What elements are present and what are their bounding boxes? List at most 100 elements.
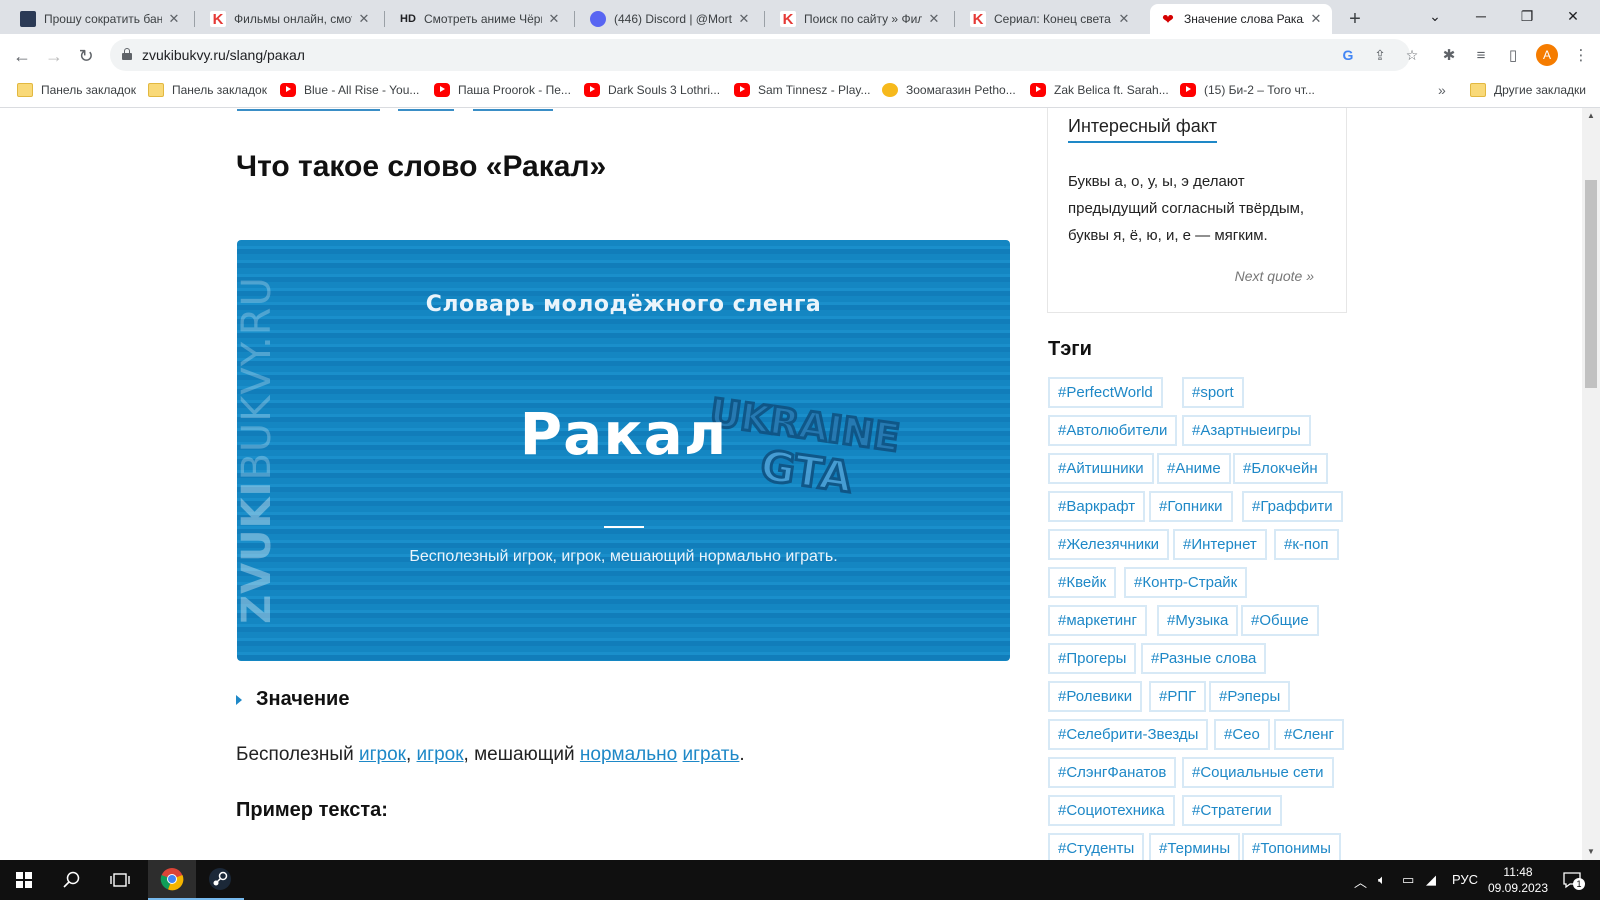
tag-link[interactable]: #Квейк xyxy=(1048,567,1117,598)
tag-link[interactable]: #Сео xyxy=(1214,719,1270,750)
word-link[interactable]: игрок xyxy=(417,744,464,765)
notification-center-icon[interactable]: 1 xyxy=(1562,870,1585,890)
tag-link[interactable]: #Гопники xyxy=(1149,491,1233,522)
close-tab-icon[interactable]: ✕ xyxy=(926,11,942,27)
tag-link[interactable]: #Студенты xyxy=(1048,833,1145,860)
tag-link[interactable]: #Сленг xyxy=(1274,719,1345,750)
tab-search-icon[interactable]: ⌄ xyxy=(1412,0,1458,34)
search-icon[interactable] xyxy=(48,860,96,900)
word-link[interactable]: нормально xyxy=(580,744,677,765)
back-icon[interactable]: ← xyxy=(8,42,36,70)
browser-tab[interactable]: (446) Discord | @Morto ✕ xyxy=(580,4,760,34)
tag-link[interactable]: #Рэперы xyxy=(1209,681,1291,712)
bookmark-item[interactable]: Зоомагазин Petho... xyxy=(882,83,1016,97)
bookmark-star-icon[interactable]: ☆ xyxy=(1402,45,1422,65)
close-window-button[interactable]: ✕ xyxy=(1550,0,1596,34)
browser-tab[interactable]: K Поиск по сайту » Филь ✕ xyxy=(770,4,950,34)
tray-overflow-chevron-icon[interactable]: ︿ xyxy=(1354,872,1367,891)
tag-link[interactable]: #Разные слова xyxy=(1141,643,1267,674)
close-tab-icon[interactable]: ✕ xyxy=(1308,11,1324,27)
close-tab-icon[interactable]: ✕ xyxy=(166,11,182,27)
word-link[interactable]: играть xyxy=(683,744,740,765)
next-quote-link[interactable]: Next quote » xyxy=(1235,268,1314,284)
tag-link[interactable]: #Варкрафт xyxy=(1048,491,1146,522)
tag-link[interactable]: #Социотехника xyxy=(1048,795,1175,826)
close-tab-icon[interactable]: ✕ xyxy=(546,11,562,27)
bookmark-item[interactable]: Паша Proorok - Пе... xyxy=(434,83,571,97)
tag-link[interactable]: #Контр-Страйк xyxy=(1124,567,1248,598)
media-control-icon[interactable]: ≡ xyxy=(1470,45,1492,67)
tag-link[interactable]: #Ролевики xyxy=(1048,681,1143,712)
bookmark-item[interactable]: Панель закладок xyxy=(148,83,267,97)
tag-link[interactable]: #Автолюбители xyxy=(1048,415,1178,446)
browser-tab[interactable]: ❤ Значение слова Ракал ✕ xyxy=(1150,4,1332,34)
address-bar[interactable]: zvukibukvy.ru/slang/ракал G ⇪ ☆ xyxy=(110,39,1418,71)
tag-link[interactable]: #sport xyxy=(1182,377,1244,408)
menu-kebab-icon[interactable]: ⋮ xyxy=(1570,45,1592,67)
scrollbar-thumb[interactable] xyxy=(1585,180,1597,388)
windows-start-icon[interactable] xyxy=(0,860,48,900)
bookmarks-overflow-button[interactable]: » xyxy=(1438,82,1446,98)
tag-link[interactable]: #к-поп xyxy=(1274,529,1339,560)
page-scrollbar[interactable]: ▲ ▼ xyxy=(1582,108,1600,860)
tag-link[interactable]: #Блокчейн xyxy=(1233,453,1328,484)
tag-link[interactable]: #маркетинг xyxy=(1048,605,1147,636)
extensions-icon[interactable]: ✱ xyxy=(1438,45,1460,67)
scroll-up-arrow-icon[interactable]: ▲ xyxy=(1582,108,1600,124)
language-indicator[interactable]: РУС xyxy=(1452,872,1478,887)
profile-avatar[interactable]: A xyxy=(1536,44,1558,66)
network-icon[interactable]: ◢ xyxy=(1426,872,1436,888)
browser-tab[interactable]: Прошу сократить бан ✕ xyxy=(10,4,190,34)
battery-icon[interactable]: ▭ xyxy=(1402,872,1414,888)
google-translate-icon[interactable]: G xyxy=(1338,45,1358,65)
task-view-icon[interactable] xyxy=(96,860,144,900)
scroll-down-arrow-icon[interactable]: ▼ xyxy=(1582,844,1600,860)
clock[interactable]: 11:48 09.09.2023 xyxy=(1480,864,1556,896)
chrome-taskbar-icon[interactable] xyxy=(148,860,196,900)
tag-link[interactable]: #СлэнгФанатов xyxy=(1048,757,1177,788)
close-tab-icon[interactable]: ✕ xyxy=(356,11,372,27)
tag-link[interactable]: #Музыка xyxy=(1157,605,1239,636)
breadcrumb-link[interactable] xyxy=(237,108,380,111)
forward-icon[interactable]: → xyxy=(40,42,68,70)
share-icon[interactable]: ⇪ xyxy=(1370,45,1390,65)
bookmark-item[interactable]: Blue - All Rise - You... xyxy=(280,83,419,97)
new-tab-button[interactable]: + xyxy=(1341,6,1369,34)
browser-tab[interactable]: HD Смотреть аниме Чёрн ✕ xyxy=(390,4,570,34)
close-tab-icon[interactable]: ✕ xyxy=(1116,11,1132,27)
volume-icon[interactable]: 🔈︎ xyxy=(1378,872,1386,888)
tag-link[interactable]: #Стратегии xyxy=(1182,795,1282,826)
breadcrumb-link[interactable] xyxy=(473,108,553,111)
tag-link[interactable]: #PerfectWorld xyxy=(1048,377,1163,408)
browser-tab[interactable]: K Сериал: Конец света (✕ xyxy=(960,4,1140,34)
other-bookmarks-folder[interactable]: Другие закладки xyxy=(1470,83,1586,97)
lock-icon[interactable] xyxy=(122,48,132,60)
meaning-section-toggle[interactable]: Значение xyxy=(236,688,349,711)
tag-link[interactable]: #Айтишники xyxy=(1048,453,1154,484)
tag-link[interactable]: #Социальные сети xyxy=(1182,757,1334,788)
tag-link[interactable]: #РПГ xyxy=(1149,681,1207,712)
side-panel-icon[interactable]: ▯ xyxy=(1502,45,1524,67)
tag-link[interactable]: #Топонимы xyxy=(1242,833,1341,860)
tag-link[interactable]: #Термины xyxy=(1149,833,1241,860)
tag-link[interactable]: #Азартныеигры xyxy=(1182,415,1311,446)
reload-icon[interactable]: ↻ xyxy=(72,42,100,70)
tag-link[interactable]: #Общие xyxy=(1241,605,1319,636)
breadcrumb-link[interactable] xyxy=(398,108,454,111)
bookmark-item[interactable]: Sam Tinnesz - Play... xyxy=(734,83,870,97)
word-link[interactable]: игрок xyxy=(359,744,406,765)
tag-link[interactable]: #Прогеры xyxy=(1048,643,1137,674)
browser-tab[interactable]: K Фильмы онлайн, смотр ✕ xyxy=(200,4,380,34)
tag-link[interactable]: #Аниме xyxy=(1157,453,1231,484)
bookmark-item[interactable]: Zak Belica ft. Sarah... xyxy=(1030,83,1169,97)
maximize-button[interactable]: ❐ xyxy=(1504,0,1550,34)
minimize-button[interactable]: ─ xyxy=(1458,0,1504,34)
url-text[interactable]: zvukibukvy.ru/slang/ракал xyxy=(142,47,305,63)
bookmark-item[interactable]: Dark Souls 3 Lothri... xyxy=(584,83,720,97)
close-tab-icon[interactable]: ✕ xyxy=(736,11,752,27)
tag-link[interactable]: #Интернет xyxy=(1173,529,1267,560)
steam-taskbar-icon[interactable] xyxy=(196,860,244,900)
bookmark-item[interactable]: Панель закладок xyxy=(17,83,136,97)
tag-link[interactable]: #Селебрити-Звезды xyxy=(1048,719,1209,750)
bookmark-item[interactable]: (15) Би-2 – Того чт... xyxy=(1180,83,1315,97)
